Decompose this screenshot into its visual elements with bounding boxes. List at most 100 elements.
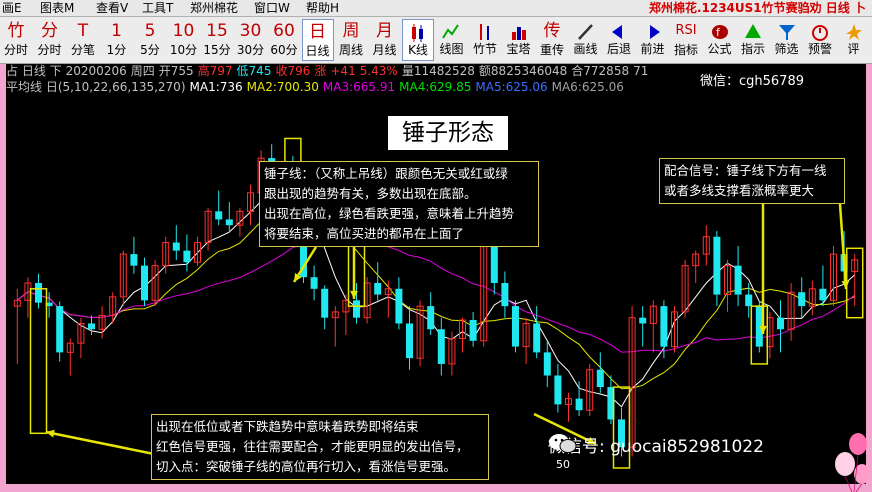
- quote-field: 额8825346048: [478, 64, 568, 78]
- menu-item-1[interactable]: 图表M: [40, 0, 74, 16]
- toolbar-label: 宝塔: [506, 42, 531, 56]
- toolbar-button-7[interactable]: 30 30分: [235, 19, 267, 61]
- toolbar-button-22[interactable]: 指示: [737, 19, 769, 61]
- candle: [247, 184, 254, 226]
- candle: [374, 262, 382, 301]
- candle: [830, 246, 837, 307]
- toolbar-glyph: 5: [144, 21, 156, 41]
- toolbar-glyph: 分: [41, 21, 58, 41]
- toolbar-label: 筛选: [774, 42, 799, 56]
- candle: [77, 317, 85, 359]
- candle: [787, 283, 795, 341]
- window-title: 郑州棉花.1234US1竹节赛驺劝 日线 卜: [648, 1, 866, 15]
- alarm-icon: [812, 25, 828, 41]
- candle: [596, 352, 604, 393]
- quote-field: 周四: [130, 64, 155, 78]
- note-line: 红色信号更强，往往需要配合，才能更明显的发出信号，: [156, 439, 469, 454]
- candle: [469, 311, 477, 347]
- candle: [310, 265, 318, 301]
- candle: [172, 225, 180, 260]
- toolbar-button-4[interactable]: 5 5分: [134, 19, 166, 61]
- wechat-icon: [549, 434, 577, 453]
- toolbar-label: 画线: [573, 42, 598, 56]
- menu-item-3[interactable]: 工具T: [142, 0, 173, 16]
- candle: [480, 236, 488, 347]
- low-position-note: 出现在低位或者下跌趋势中意味着跌势即将结束红色信号更强，往往需要配合，才能更明显…: [151, 414, 489, 480]
- toolbar-button-0[interactable]: 竹分时: [0, 19, 32, 61]
- note-line: 出现在高位，绿色看跌更强，意味着上升趋势: [264, 206, 515, 221]
- toolbar-button-21[interactable]: f 公式: [704, 19, 736, 61]
- toolbar-label: 指示: [740, 42, 765, 56]
- toolbar-button-9[interactable]: 日日线: [301, 19, 334, 61]
- toolbar-button-17[interactable]: 画线: [570, 19, 602, 61]
- bamboo-icon: [480, 24, 489, 40]
- toolbar-label: 线图: [439, 42, 464, 56]
- ma-value-3: MA3:665.91: [322, 80, 396, 94]
- toolbar-button-15[interactable]: 宝塔: [503, 19, 535, 61]
- toolbar-button-24[interactable]: 预警: [804, 19, 836, 61]
- toolbar-button-3[interactable]: 1 1分: [101, 19, 133, 61]
- toolbar-button-19[interactable]: 前进: [637, 19, 669, 61]
- toolbar-glyph: 月: [376, 21, 393, 41]
- toolbar-button-25[interactable]: 评: [838, 19, 870, 61]
- note-line: 出现在低位或者下跌趋势中意味着跌势即将结束: [156, 419, 419, 434]
- menu-item-5[interactable]: 窗口W: [254, 0, 290, 16]
- toolbar-glyph: 30: [239, 21, 262, 41]
- toolbar-label: 5分: [140, 43, 160, 57]
- toolbar-button-8[interactable]: 60 60分: [268, 19, 300, 61]
- info-bar-quote: 占 日线 下 20200206 周四 开755 高797 低745 收796 涨 +41 5.43…: [6, 64, 652, 78]
- candle: [225, 202, 233, 231]
- toolbar-button-2[interactable]: T 分笔: [67, 19, 99, 61]
- toolbar-glyph: T: [77, 21, 89, 41]
- toolbar-label: 分笔: [70, 43, 95, 57]
- toolbar-button-20[interactable]: RSI 指标: [670, 19, 702, 61]
- toolbar-button-23[interactable]: 筛选: [771, 19, 803, 61]
- candle: [448, 331, 456, 376]
- toolbar-button-6[interactable]: 15 15分: [201, 19, 233, 61]
- menu-item-6[interactable]: 帮助H: [306, 0, 339, 16]
- candle: [522, 317, 530, 364]
- ma-value-6: MA6:625.06: [551, 80, 624, 94]
- toolbar-button-10[interactable]: 周周线: [335, 19, 367, 61]
- candle: [808, 280, 816, 316]
- candle: [565, 392, 572, 422]
- toolbar-label: 30分: [236, 43, 265, 57]
- toolbar-button-5[interactable]: 10 10分: [168, 19, 200, 61]
- formula-icon: f: [711, 25, 728, 39]
- toolbar-button-16[interactable]: 传重传: [536, 19, 568, 61]
- toolbar-button-11[interactable]: 月月线: [369, 19, 401, 61]
- candle: [141, 257, 148, 307]
- toolbar-button-1[interactable]: 分分时: [34, 19, 66, 61]
- menu-bar: 画E 图表M 查看V 工具T 郑州棉花 窗口W 帮助H 郑州棉花.1234US1竹节赛驺劝 日…: [0, 0, 872, 17]
- toolbar-button-14[interactable]: 竹节: [469, 19, 501, 61]
- balloon-decoration: [835, 433, 870, 492]
- toolbar-label: 分时: [37, 43, 62, 57]
- toolbar-label: 10分: [169, 43, 198, 57]
- candle: [692, 250, 700, 283]
- candle: [66, 338, 74, 376]
- candle: [35, 273, 42, 309]
- toolbar-label: 月线: [372, 43, 397, 57]
- candle: [660, 300, 668, 359]
- menu-item-4[interactable]: 郑州棉花: [190, 0, 238, 16]
- toolbar-label: 后退: [606, 42, 631, 56]
- candle: [98, 306, 106, 339]
- candle: [512, 300, 519, 353]
- toolbar-label: 竹节: [472, 42, 497, 56]
- toolbar-glyph: 1: [111, 21, 122, 41]
- quote-field: 20200206: [65, 64, 127, 78]
- toolbar-button-12[interactable]: K线: [402, 19, 434, 61]
- menu-item-0[interactable]: 画E: [2, 0, 22, 16]
- quote-field: 合772858: [571, 64, 630, 78]
- toolbar-button-18[interactable]: 后退: [603, 19, 635, 61]
- toolbar-button-13[interactable]: 线图: [436, 19, 468, 61]
- quote-field: 5.43%: [359, 64, 398, 78]
- toolbar-label: 公式: [707, 42, 732, 56]
- menu-item-2[interactable]: 查看V: [96, 0, 128, 16]
- toolbar-label: 预警: [807, 42, 832, 56]
- candle: [321, 285, 329, 330]
- hammer-note: 锤子线：（又称上吊线）跟颜色无关或红或绿 跟出现的趋势有关，多数出现在底部。 出现在…: [259, 161, 539, 247]
- hammer-highlight: [29, 288, 48, 435]
- note-line: 切入点：突破锤子线的高位再行切入，看涨信号更强。: [156, 459, 457, 474]
- kline-chart[interactable]: 占 日线 下 20200206 周四 开755 高797 低745 收796 涨 +41 5.43…: [6, 64, 866, 484]
